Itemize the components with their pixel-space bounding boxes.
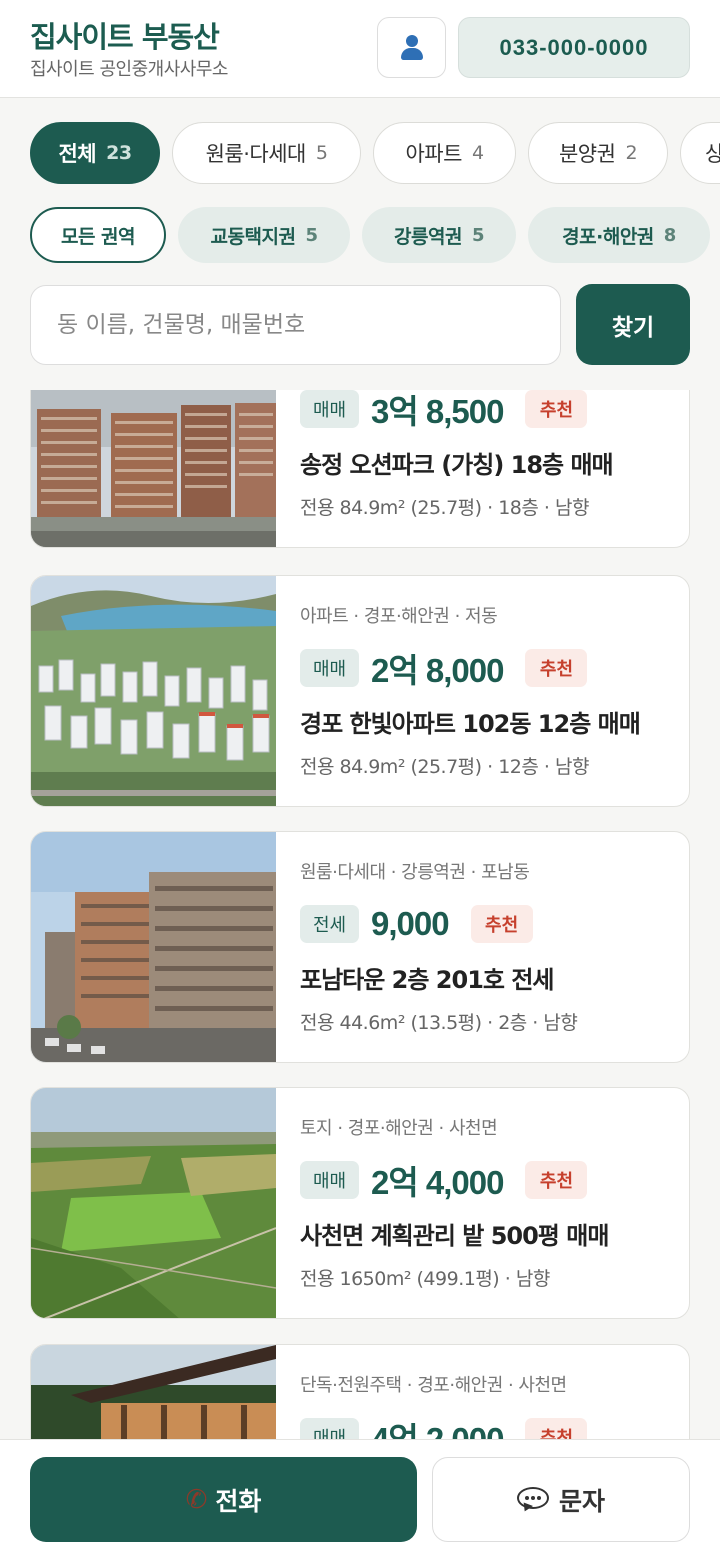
- listing-price: 9,000: [371, 905, 450, 942]
- listing-price-row: 매매 2억 4,000 추천: [300, 1158, 588, 1202]
- listing-list[interactable]: 매매 3억 8,500 추천 송정 오션파크 (가칭) 18층 매매 전용 84…: [0, 390, 720, 1439]
- listing-spec: 전용 84.9m² (25.7평) · 12층 · 남향: [300, 756, 589, 778]
- call-button-label: 전화: [215, 1486, 262, 1516]
- phone-icon: ✆: [185, 1484, 208, 1515]
- listing-price-row: 매매 4억 2,000 추천: [300, 1413, 588, 1439]
- chip-label: 상: [705, 142, 720, 166]
- chip-count: 8: [663, 224, 677, 246]
- listing-card[interactable]: 매매 3억 8,500 추천 송정 오션파크 (가칭) 18층 매매 전용 84…: [30, 390, 690, 548]
- listing-card[interactable]: 단독·전원주택 · 경포·해안권 · 사천면 매매 4억 2,000 추천: [30, 1344, 690, 1439]
- recommended-badge: 추천: [525, 649, 588, 687]
- deal-type-badge: 매매: [300, 1418, 359, 1439]
- profile-button[interactable]: [377, 17, 446, 78]
- listing-photo-modern-house: [31, 1345, 276, 1439]
- deal-type-badge: 매매: [300, 390, 359, 428]
- listing-title[interactable]: 사천면 계획관리 밭 500평 매매: [300, 1216, 609, 1251]
- listing-spec: 전용 44.6m² (13.5평) · 2층 · 남향: [300, 1012, 578, 1034]
- listing-price-row: 매매 3억 8,500 추천: [300, 390, 588, 431]
- chip-label: 경포·해안권: [562, 225, 654, 248]
- phone-number-button[interactable]: 033-000-0000: [458, 17, 690, 78]
- chip-label: 분양권: [558, 142, 616, 166]
- sms-button-label: 문자: [558, 1486, 605, 1516]
- listing-meta: 단독·전원주택 · 경포·해안권 · 사천면: [300, 1375, 567, 1396]
- sms-button[interactable]: 문자: [432, 1457, 690, 1542]
- recommended-badge: 추천: [525, 390, 588, 428]
- app-header: 집사이트 부동산 집사이트 공인중개사사무소 033-000-0000: [0, 0, 720, 98]
- brand-title[interactable]: 집사이트 부동산: [30, 14, 220, 56]
- listing-card[interactable]: 아파트 · 경포·해안권 · 저동 매매 2억 8,000 추천 경포 한빛아파…: [30, 575, 690, 807]
- listing-info: 단독·전원주택 · 경포·해안권 · 사천면 매매 4억 2,000 추천: [300, 1345, 679, 1439]
- region-chip-gyodong[interactable]: 교동택지권 5: [178, 207, 350, 263]
- deal-type-badge: 매매: [300, 1161, 359, 1199]
- chip-label: 모든 권역: [60, 225, 136, 248]
- chip-count: 4: [471, 142, 484, 164]
- listing-price: 2억 8,000: [371, 652, 504, 689]
- listing-photo-apartment-complex-bay: [31, 576, 276, 806]
- chip-label: 원룸·다세대: [205, 142, 307, 166]
- region-chip-gangneung-station[interactable]: 강릉역권 5: [362, 207, 516, 263]
- listing-price-row: 전세 9,000 추천: [300, 902, 533, 946]
- bottom-action-bar: ✆ 전화 문자: [0, 1439, 720, 1558]
- listing-title[interactable]: 포남타운 2층 201호 전세: [300, 960, 555, 995]
- category-chip-presale[interactable]: 분양권 2: [528, 122, 668, 184]
- deal-type-badge: 전세: [300, 905, 359, 943]
- listing-price: 4억 2,000: [371, 1413, 504, 1439]
- listing-spec: 전용 84.9m² (25.7평) · 18층 · 남향: [300, 497, 589, 519]
- search-button[interactable]: 찾기: [576, 284, 690, 365]
- recommended-badge: 추천: [525, 1418, 588, 1439]
- search-input[interactable]: [30, 285, 561, 365]
- listing-info: 아파트 · 경포·해안권 · 저동 매매 2억 8,000 추천 경포 한빛아파…: [300, 576, 679, 806]
- chat-bubble-icon: [516, 1486, 549, 1513]
- category-chip-apartment[interactable]: 아파트 4: [373, 122, 516, 184]
- listing-meta: 토지 · 경포·해안권 · 사천면: [300, 1118, 498, 1139]
- listing-meta: 원룸·다세대 · 강릉역권 · 포남동: [300, 862, 530, 883]
- deal-type-badge: 매매: [300, 649, 359, 687]
- call-button[interactable]: ✆ 전화: [30, 1457, 417, 1542]
- listing-info: 원룸·다세대 · 강릉역권 · 포남동 전세 9,000 추천 포남타운 2층 …: [300, 832, 679, 1062]
- category-filter-row: 전체 23 원룸·다세대 5 아파트 4 분양권 2 상: [0, 122, 720, 184]
- listing-spec: 전용 1650m² (499.1평) · 남향: [300, 1268, 550, 1290]
- listing-price: 2억 4,000: [371, 1164, 504, 1201]
- chip-label: 교동택지권: [210, 225, 296, 248]
- person-icon: [399, 34, 425, 61]
- region-chip-all[interactable]: 모든 권역: [30, 207, 166, 263]
- listing-meta: 아파트 · 경포·해안권 · 저동: [300, 606, 498, 627]
- listing-photo-farmland: [31, 1088, 276, 1318]
- brand-subtitle: 집사이트 공인중개사사무소: [30, 59, 228, 80]
- chip-count: 5: [471, 224, 485, 246]
- listing-price-row: 매매 2억 8,000 추천: [300, 646, 588, 690]
- chip-label: 아파트: [405, 142, 462, 166]
- listing-card[interactable]: 토지 · 경포·해안권 · 사천면 매매 2억 4,000 추천 사천면 계획관…: [30, 1087, 690, 1319]
- listing-info: 토지 · 경포·해안권 · 사천면 매매 2억 4,000 추천 사천면 계획관…: [300, 1088, 679, 1318]
- listing-title[interactable]: 송정 오션파크 (가칭) 18층 매매: [300, 445, 614, 480]
- category-chip-oneroom[interactable]: 원룸·다세대 5: [172, 122, 361, 184]
- region-chip-gyeongpo[interactable]: 경포·해안권 8: [528, 207, 710, 263]
- listing-photo-construction-site: [31, 390, 276, 547]
- listing-price: 3억 8,500: [371, 393, 504, 430]
- listing-info: 매매 3억 8,500 추천 송정 오션파크 (가칭) 18층 매매 전용 84…: [300, 390, 679, 547]
- category-chip-commercial[interactable]: 상: [680, 122, 720, 184]
- chip-label: 전체: [58, 142, 97, 166]
- chip-count: 23: [106, 142, 132, 164]
- chip-count: 5: [305, 224, 318, 246]
- listing-photo-street-buildings: [31, 832, 276, 1062]
- recommended-badge: 추천: [470, 905, 533, 943]
- region-filter-row: 모든 권역 교동택지권 5 강릉역권 5 경포·해안권 8: [0, 207, 720, 263]
- chip-count: 2: [625, 142, 638, 164]
- chip-label: 강릉역권: [394, 225, 462, 248]
- category-chip-all[interactable]: 전체 23: [30, 122, 160, 184]
- listing-card[interactable]: 원룸·다세대 · 강릉역권 · 포남동 전세 9,000 추천 포남타운 2층 …: [30, 831, 690, 1063]
- recommended-badge: 추천: [525, 1161, 588, 1199]
- chip-count: 5: [315, 142, 328, 164]
- listing-title[interactable]: 경포 한빛아파트 102동 12층 매매: [300, 704, 641, 739]
